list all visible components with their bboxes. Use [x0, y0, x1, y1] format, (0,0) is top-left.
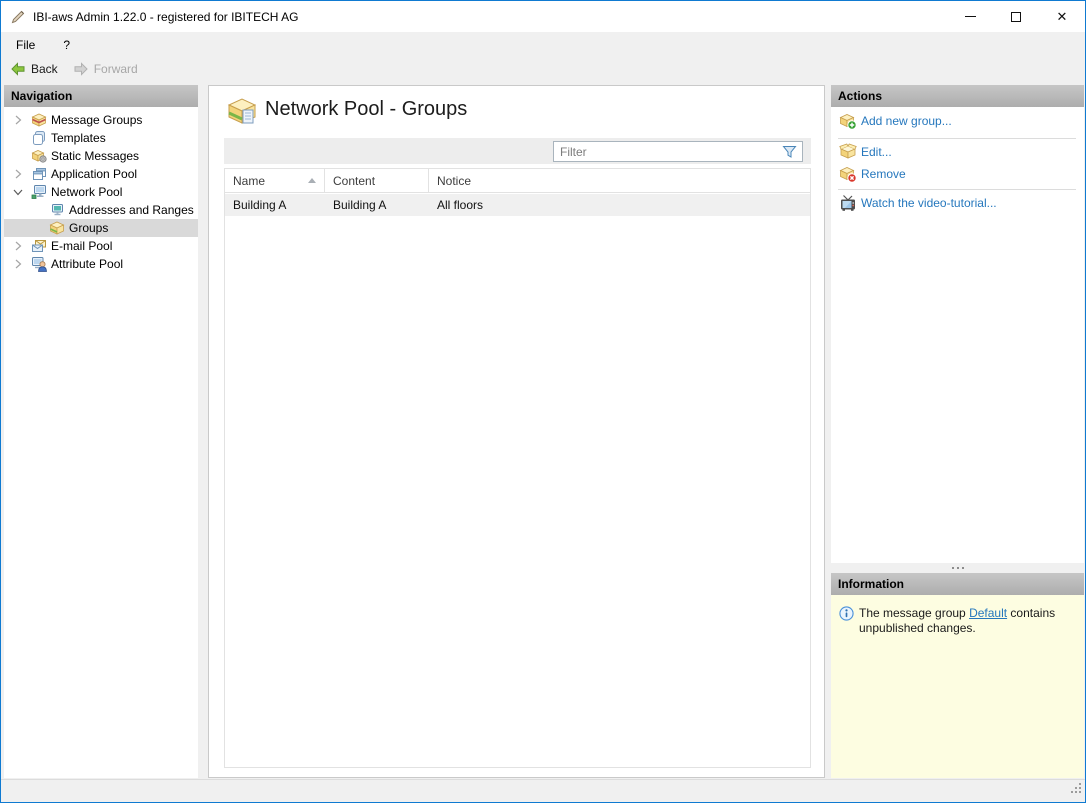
table-row[interactable]: Building A Building A All floors — [225, 194, 810, 216]
info-circle-icon — [839, 606, 854, 626]
chevron-down-icon[interactable] — [12, 186, 24, 198]
table-header: Name Content Notice — [225, 169, 810, 193]
sidebar-item-label: Application Pool — [51, 167, 138, 181]
action-link[interactable]: Add new group... — [861, 114, 952, 128]
page-title: Network Pool - Groups — [265, 98, 468, 120]
sidebar-item-label: Network Pool — [51, 185, 123, 199]
column-header-label: Notice — [437, 174, 472, 188]
information-panel: Information The message group Default co… — [831, 573, 1084, 778]
action-edit[interactable]: Edit... — [831, 141, 1084, 163]
action-link[interactable]: Remove — [861, 167, 906, 181]
titlebar: IBI-aws Admin 1.22.0 - registered for IB… — [1, 1, 1085, 32]
minimize-icon[interactable] — [947, 1, 993, 32]
information-header: Information — [831, 573, 1084, 595]
sidebar-item-templates[interactable]: Templates — [4, 129, 198, 147]
back-arrow-icon — [11, 62, 25, 76]
cell-content: Building A — [333, 198, 387, 212]
default-group-link[interactable]: Default — [969, 606, 1007, 620]
navigation-toolbar: Back Forward — [1, 57, 1085, 81]
sidebar-item-label: Templates — [51, 131, 106, 145]
email-pool-icon — [31, 238, 47, 254]
back-button[interactable]: Back — [4, 59, 64, 79]
window-title: IBI-aws Admin 1.22.0 - registered for IB… — [33, 9, 299, 24]
action-link[interactable]: Watch the video-tutorial... — [861, 196, 997, 210]
actions-separator — [838, 138, 1076, 139]
sidebar-item-label: E-mail Pool — [51, 239, 113, 253]
actions-header: Actions — [831, 85, 1084, 107]
status-bar — [1, 779, 1085, 802]
menu-item-file[interactable]: File — [7, 34, 44, 56]
action-watch-tutorial[interactable]: Watch the video-tutorial... — [831, 192, 1084, 214]
groups-icon — [49, 220, 65, 236]
app-icon — [10, 9, 26, 25]
forward-label: Forward — [93, 62, 138, 76]
menubar: File ? — [1, 32, 1085, 57]
filter-input[interactable] — [554, 144, 782, 159]
attribute-pool-icon — [31, 256, 47, 272]
resize-grip-icon[interactable] — [1071, 781, 1082, 799]
sidebar-item-static-messages[interactable]: Static Messages — [4, 147, 198, 165]
addresses-icon — [49, 202, 65, 218]
action-link[interactable]: Edit... — [861, 145, 892, 159]
sidebar-item-label: Attribute Pool — [51, 257, 124, 271]
back-label: Back — [31, 62, 58, 76]
funnel-icon[interactable] — [782, 145, 797, 159]
sort-ascending-icon — [308, 178, 316, 183]
cell-notice: All floors — [437, 198, 484, 212]
group-box-icon — [226, 95, 258, 132]
column-header-label: Content — [333, 174, 376, 188]
sidebar-item-label: Groups — [69, 221, 109, 235]
action-add-new-group[interactable]: Add new group... — [831, 110, 1084, 132]
info-message: The message group Default contains unpub… — [859, 606, 1071, 636]
sidebar-item-groups[interactable]: Groups — [4, 219, 198, 237]
chevron-right-icon[interactable] — [12, 114, 24, 126]
column-header-notice[interactable]: Notice — [429, 169, 810, 193]
app-window: IBI-aws Admin 1.22.0 - registered for IB… — [0, 0, 1086, 803]
forward-arrow-icon — [74, 62, 88, 76]
sidebar-item-application-pool[interactable]: Application Pool — [4, 165, 198, 183]
info-text-before: The message group — [859, 606, 970, 620]
column-header-name[interactable]: Name — [225, 169, 325, 193]
panel-splitter[interactable] — [831, 563, 1084, 573]
filter-field[interactable] — [553, 141, 803, 162]
chevron-right-icon[interactable] — [12, 168, 24, 180]
navigation-panel: Navigation Message Groups Templates Stat… — [4, 85, 198, 778]
navigation-header: Navigation — [4, 85, 198, 107]
main-panel: Network Pool - Groups Name Content — [208, 85, 825, 778]
static-messages-icon — [31, 148, 47, 164]
column-header-label: Name — [233, 174, 266, 188]
sidebar-item-network-pool[interactable]: Network Pool — [4, 183, 198, 201]
tv-icon — [839, 194, 857, 217]
close-icon[interactable]: ✕ — [1039, 1, 1085, 32]
action-remove[interactable]: Remove — [831, 163, 1084, 185]
groups-table: Name Content Notice Building A Building … — [224, 168, 811, 768]
add-group-icon — [839, 112, 857, 135]
information-body: The message group Default contains unpub… — [831, 595, 1084, 778]
chevron-right-icon[interactable] — [12, 240, 24, 252]
cell-name: Building A — [233, 198, 287, 212]
column-header-content[interactable]: Content — [325, 169, 429, 193]
templates-icon — [31, 130, 47, 146]
forward-button[interactable]: Forward — [67, 59, 144, 79]
sidebar-item-attribute-pool[interactable]: Attribute Pool — [4, 255, 198, 273]
filter-toolbar — [224, 138, 811, 164]
remove-group-icon — [839, 165, 857, 188]
message-groups-icon — [31, 112, 47, 128]
chevron-right-icon[interactable] — [12, 258, 24, 270]
sidebar-item-label: Message Groups — [51, 113, 143, 127]
maximize-icon[interactable] — [993, 1, 1039, 32]
actions-panel: Actions Add new group... Edit... Remove … — [831, 85, 1084, 563]
sidebar-item-label: Addresses and Ranges — [69, 203, 194, 217]
actions-separator — [838, 189, 1076, 190]
menu-item-help[interactable]: ? — [54, 34, 79, 56]
sidebar-item-addresses-and-ranges[interactable]: Addresses and Ranges — [4, 201, 198, 219]
page-header: Network Pool - Groups — [209, 86, 824, 134]
sidebar-item-message-groups[interactable]: Message Groups — [4, 111, 198, 129]
sidebar-item-email-pool[interactable]: E-mail Pool — [4, 237, 198, 255]
network-pool-icon — [31, 184, 47, 200]
application-pool-icon — [31, 166, 47, 182]
sidebar-item-label: Static Messages — [51, 149, 140, 163]
